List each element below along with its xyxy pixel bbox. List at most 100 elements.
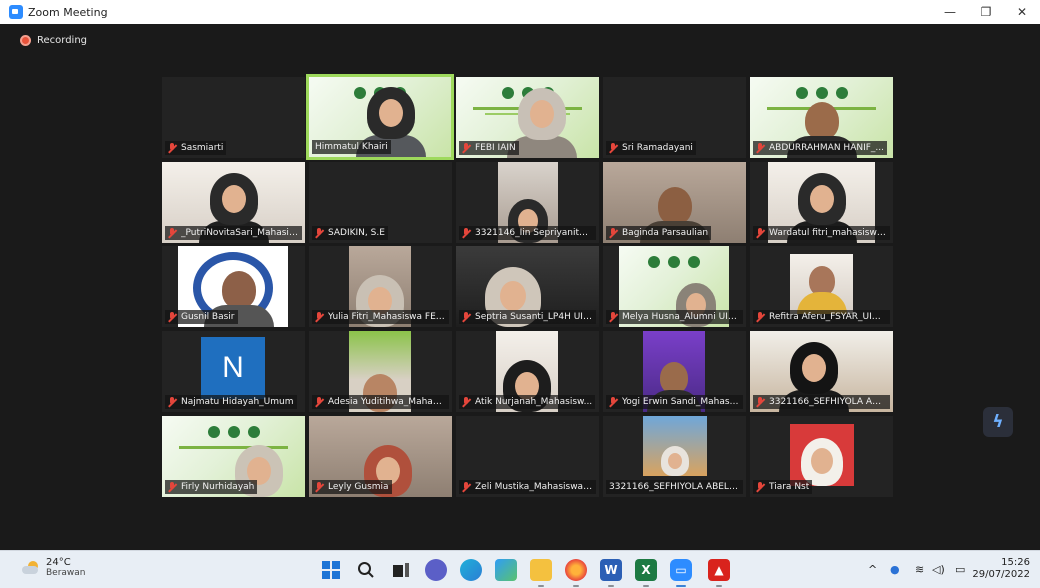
participant-tile[interactable]: Zeli Mustika_Mahasiswa ... [456, 416, 599, 497]
participant-tile[interactable]: Yogi Erwin Sandi_Mahasi... [603, 331, 746, 412]
participant-name: Yulia Fitri_Mahasiswa FEB... [328, 312, 446, 322]
participant-tile[interactable]: Firly Nurhidayah [162, 416, 305, 497]
participant-tile[interactable]: Refitra Aferu_FSYAR_UIN ... [750, 246, 893, 327]
participant-name-tag: 3321166_SEFHIYOLA ABE... [753, 395, 890, 409]
task-view-icon[interactable] [390, 559, 412, 581]
participant-tile[interactable]: 3321166_SEFHIYOLA ABELSA- [603, 416, 746, 497]
participant-name-tag: 3321166_SEFHIYOLA ABELSA- [606, 480, 743, 494]
edge-icon[interactable] [460, 559, 482, 581]
participant-name-tag: Sri Ramadayani [606, 141, 696, 155]
clock-date: 29/07/2022 [972, 569, 1030, 580]
meeting-view: Recording Sasmiarti Himmatul Khairi FEBI… [0, 24, 1040, 550]
participant-tile[interactable]: Tiara Nst [750, 416, 893, 497]
clock-time: 15:26 [1001, 557, 1030, 568]
participant-tile[interactable]: ABDURRAHMAN HANIF_... [750, 77, 893, 158]
acrobat-icon[interactable]: ▲ [708, 559, 730, 587]
muted-mic-icon [756, 311, 765, 323]
participant-tile[interactable]: Wardatul fitri_mahasiswa... [750, 162, 893, 243]
firefox-icon[interactable] [565, 559, 587, 587]
participant-name: Sasmiarti [181, 143, 224, 153]
microphone-icon[interactable]: ● [890, 563, 900, 576]
volume-icon[interactable]: ◁) [932, 563, 945, 576]
participant-name: Leyly Gusmia [328, 482, 389, 492]
participant-tile[interactable]: Septria Susanti_LP4H UIN... [456, 246, 599, 327]
minimize-button[interactable]: — [932, 0, 968, 24]
muted-mic-icon [609, 142, 618, 154]
teams-chat-icon[interactable] [425, 559, 447, 581]
participant-name-tag: Najmatu Hidayah_Umum [165, 395, 297, 409]
floating-shortcut-button[interactable]: ϟ [983, 407, 1013, 437]
participant-name: Zeli Mustika_Mahasiswa ... [475, 482, 593, 492]
zoom-icon[interactable]: ▭ [670, 559, 692, 587]
muted-mic-icon [462, 142, 471, 154]
weather-widget[interactable]: 24°C Berawan [22, 557, 86, 579]
participant-tile[interactable]: Atik Nurjanah_Mahasisw... [456, 331, 599, 412]
participant-tile[interactable]: Yulia Fitri_Mahasiswa FEB... [309, 246, 452, 327]
participant-name-tag: FEBI IAIN [459, 141, 519, 155]
recording-indicator[interactable]: Recording [20, 35, 87, 46]
participant-tile[interactable]: 3321146_Iin Sepriyanita S... [456, 162, 599, 243]
muted-mic-icon [315, 396, 324, 408]
muted-mic-icon [315, 481, 324, 493]
participant-name: Wardatul fitri_mahasiswa... [769, 228, 887, 238]
photos-icon[interactable] [495, 559, 517, 581]
participant-tile[interactable]: Leyly Gusmia [309, 416, 452, 497]
wifi-icon[interactable]: ≋ [915, 563, 924, 576]
participant-tile[interactable]: Sri Ramadayani [603, 77, 746, 158]
participant-name-tag: Refitra Aferu_FSYAR_UIN ... [753, 310, 890, 324]
excel-icon[interactable]: X [635, 559, 657, 587]
recording-icon [20, 35, 31, 46]
participant-name: Gusnil Basir [181, 312, 235, 322]
participant-name-tag: Himmatul Khairi [312, 140, 391, 154]
participant-name: ABDURRAHMAN HANIF_... [769, 143, 885, 153]
participant-name: Yogi Erwin Sandi_Mahasi... [622, 397, 740, 407]
participant-tile-active-speaker[interactable]: Himmatul Khairi [306, 74, 454, 160]
participant-name-tag: Tiara Nst [753, 480, 813, 494]
participant-tile[interactable]: Melya Husna_Alumni UIN... [603, 246, 746, 327]
participant-name: Refitra Aferu_FSYAR_UIN ... [769, 312, 887, 322]
participant-tile[interactable]: FEBI IAIN [456, 77, 599, 158]
participant-name: Septria Susanti_LP4H UIN... [475, 312, 593, 322]
participant-name-tag: Yulia Fitri_Mahasiswa FEB... [312, 310, 449, 324]
participant-tile[interactable]: Adesia Yuditihwa_Mahasi... [309, 331, 452, 412]
muted-mic-icon [756, 227, 765, 239]
search-icon[interactable] [355, 559, 377, 581]
participant-name-tag: Firly Nurhidayah [165, 480, 258, 494]
participant-tile[interactable]: N Najmatu Hidayah_Umum [162, 331, 305, 412]
weather-temperature: 24°C [46, 557, 71, 568]
participant-name-tag: Sasmiarti [165, 141, 227, 155]
participant-name: Baginda Parsaulian [622, 228, 709, 238]
participant-name: Atik Nurjanah_Mahasisw... [475, 397, 593, 407]
participant-video [790, 254, 853, 314]
muted-mic-icon [756, 142, 765, 154]
word-icon[interactable]: W [600, 559, 622, 587]
participant-name: Tiara Nst [769, 482, 810, 492]
participant-tile[interactable]: _PutriNovitaSari_Mahasis... [162, 162, 305, 243]
participant-tile[interactable]: Sasmiarti [162, 77, 305, 158]
muted-mic-icon [462, 396, 471, 408]
muted-mic-icon [462, 227, 471, 239]
recording-label: Recording [37, 35, 88, 46]
file-explorer-icon[interactable] [530, 559, 552, 587]
chevron-up-icon[interactable]: ^ [868, 563, 877, 576]
battery-icon[interactable]: ▭ [955, 563, 965, 576]
close-button[interactable]: ✕ [1004, 0, 1040, 24]
participant-tile[interactable]: 3321166_SEFHIYOLA ABE... [750, 331, 893, 412]
muted-mic-icon [315, 311, 324, 323]
participant-name: Himmatul Khairi [315, 142, 388, 152]
start-icon[interactable] [320, 559, 342, 581]
muted-mic-icon [168, 227, 177, 239]
participant-name: Najmatu Hidayah_Umum [181, 397, 294, 407]
participant-video [790, 424, 854, 486]
participant-name: 3321166_SEFHIYOLA ABELSA- [609, 482, 740, 492]
restore-button[interactable]: ❐ [968, 0, 1004, 24]
participant-tile[interactable]: SADIKIN, S.E [309, 162, 452, 243]
system-clock[interactable]: 15:26 29/07/2022 [972, 557, 1030, 581]
participant-name-tag: Zeli Mustika_Mahasiswa ... [459, 480, 596, 494]
participant-tile[interactable]: Baginda Parsaulian [603, 162, 746, 243]
participant-name-tag: Adesia Yuditihwa_Mahasi... [312, 395, 449, 409]
participant-name-tag: SADIKIN, S.E [312, 226, 388, 240]
participant-tile[interactable]: Gusnil Basir [162, 246, 305, 327]
muted-mic-icon [756, 396, 765, 408]
window-title: Zoom Meeting [28, 5, 108, 19]
